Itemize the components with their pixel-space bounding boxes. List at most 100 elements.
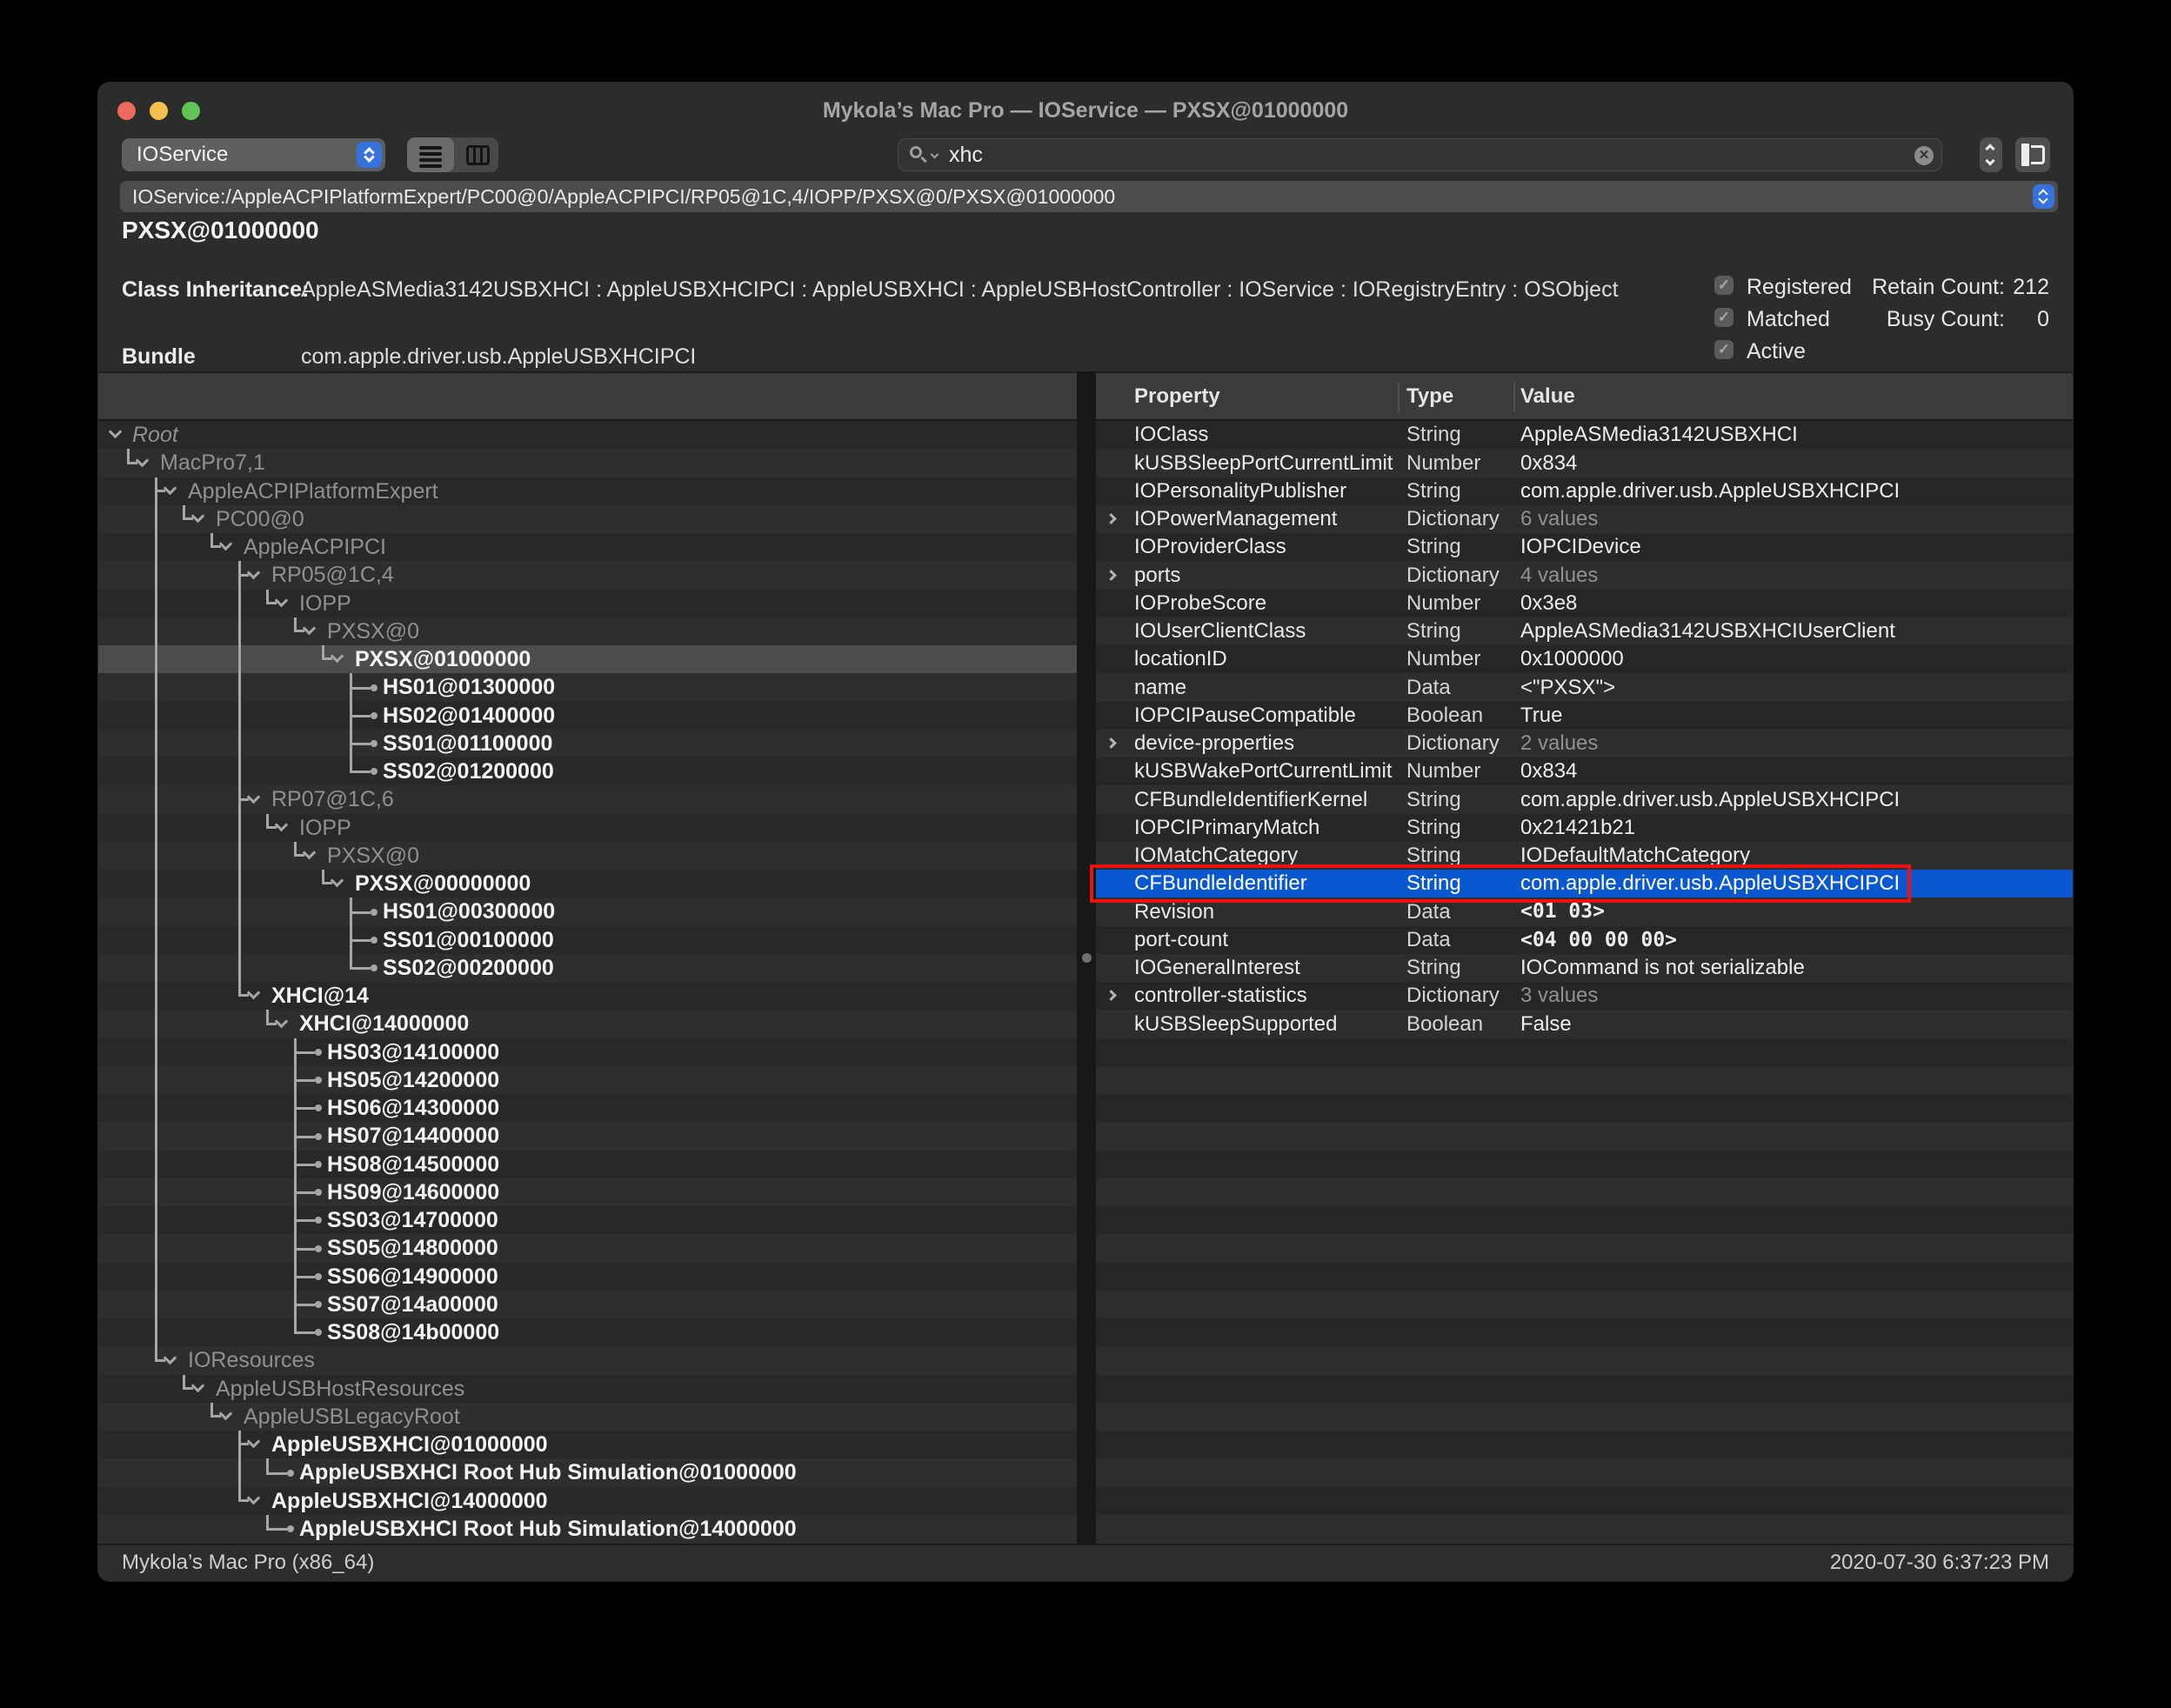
tree-item-label: PXSX@00000000 xyxy=(355,870,531,897)
column-header-value[interactable]: Value xyxy=(1520,373,1575,419)
zoom-button[interactable] xyxy=(182,102,200,120)
tree-row[interactable]: XHCI@14 xyxy=(98,982,1077,1010)
tree-row[interactable]: MacPro7,1 xyxy=(98,449,1077,477)
navigate-search-results-stepper[interactable] xyxy=(1980,137,2002,172)
disclosure-chevron-icon xyxy=(1106,737,1117,749)
tree-row[interactable]: HS02@01400000 xyxy=(98,702,1077,730)
tree-row[interactable]: SS07@14a00000 xyxy=(98,1291,1077,1318)
tree-row[interactable]: HS03@14100000 xyxy=(98,1038,1077,1066)
table-row[interactable]: IOProbeScoreNumber0x3e8 xyxy=(1096,590,2073,617)
tree-row[interactable]: SS01@01100000 xyxy=(98,730,1077,757)
tree-item-label: HS01@01300000 xyxy=(383,673,555,702)
table-row[interactable]: port-countData<04 00 00 00> xyxy=(1096,926,2073,954)
table-row[interactable]: IOGeneralInterestStringIOCommand is not … xyxy=(1096,954,2073,982)
chevron-down-icon xyxy=(219,1407,233,1421)
tree-row[interactable]: AppleUSBXHCI Root Hub Simulation@0100000… xyxy=(98,1458,1077,1487)
tree-row[interactable]: HS01@01300000 xyxy=(98,673,1077,702)
inspector-toggle-button[interactable] xyxy=(2015,137,2050,172)
tree-row[interactable]: AppleACPIPCI xyxy=(98,533,1077,561)
table-row[interactable]: controller-statisticsDictionary3 values xyxy=(1096,982,2073,1010)
property-cell: kUSBWakePortCurrentLimit xyxy=(1134,757,1393,785)
tree-row[interactable]: PXSX@0 xyxy=(98,617,1077,645)
tree-connector xyxy=(238,1443,249,1445)
tree-connector xyxy=(155,1263,157,1291)
table-row[interactable]: IOPCIPauseCompatibleBooleanTrue xyxy=(1096,702,2073,730)
clear-search-icon[interactable]: ✕ xyxy=(1914,146,1934,165)
tree-row[interactable]: RP07@1C,6 xyxy=(98,785,1077,814)
tree-row[interactable]: XHCI@14000000 xyxy=(98,1010,1077,1038)
window-title: Mykola’s Mac Pro — IOService — PXSX@0100… xyxy=(316,98,1855,123)
tree-row[interactable]: IOPP xyxy=(98,814,1077,842)
table-row[interactable]: CFBundleIdentifierKernelStringcom.apple.… xyxy=(1096,785,2073,814)
tree-row[interactable]: AppleUSBXHCI Root Hub Simulation@1400000… xyxy=(98,1515,1077,1543)
tree-row[interactable]: PC00@0 xyxy=(98,505,1077,533)
close-button[interactable] xyxy=(117,102,136,120)
tree-row[interactable]: HS01@00300000 xyxy=(98,897,1077,926)
tree-row[interactable]: HS06@14300000 xyxy=(98,1094,1077,1122)
list-view-button[interactable] xyxy=(407,137,454,172)
tree-connector xyxy=(238,897,241,926)
path-bar[interactable]: IOService:/AppleACPIPlatformExpert/PC00@… xyxy=(120,181,2058,212)
tree-row[interactable]: SS06@14900000 xyxy=(98,1263,1077,1291)
tree-row[interactable]: PXSX@00000000 xyxy=(98,870,1077,897)
tree-connector xyxy=(155,814,157,842)
tree-row[interactable]: AppleUSBHostResources xyxy=(98,1375,1077,1403)
table-row[interactable]: IOProviderClassStringIOPCIDevice xyxy=(1096,533,2073,561)
bundle-label: Bundle xyxy=(122,344,196,370)
tree-row[interactable]: IOPP xyxy=(98,590,1077,617)
property-cell: port-count xyxy=(1134,926,1228,954)
tree-item-label: AppleUSBXHCI@01000000 xyxy=(271,1431,548,1458)
type-cell: Number xyxy=(1406,449,1480,477)
tree-row[interactable]: SS01@00100000 xyxy=(98,926,1077,954)
table-row[interactable]: kUSBWakePortCurrentLimitNumber0x834 xyxy=(1096,757,2073,785)
table-row[interactable]: kUSBSleepSupportedBooleanFalse xyxy=(1096,1010,2073,1038)
search-input[interactable] xyxy=(947,139,1869,170)
tree-row[interactable]: Root xyxy=(98,421,1077,449)
table-row[interactable]: IOClassStringAppleASMedia3142USBXHCI xyxy=(1096,421,2073,449)
tree-row[interactable]: SS05@14800000 xyxy=(98,1234,1077,1263)
plane-selector-dropdown[interactable]: IOService xyxy=(122,138,385,171)
view-mode-segmented-control xyxy=(407,137,498,172)
value-cell: com.apple.driver.usb.AppleUSBXHCIPCI xyxy=(1520,785,1900,814)
table-row[interactable]: locationIDNumber0x1000000 xyxy=(1096,645,2073,673)
table-row[interactable]: kUSBSleepPortCurrentLimitNumber0x834 xyxy=(1096,449,2073,477)
minimize-button[interactable] xyxy=(150,102,168,120)
tree-connector xyxy=(294,1052,297,1066)
tree-connector xyxy=(294,1079,315,1082)
tree-row[interactable]: AppleUSBXHCI@01000000 xyxy=(98,1431,1077,1458)
tree-row[interactable]: SS02@00200000 xyxy=(98,954,1077,982)
tree-row[interactable]: SS03@14700000 xyxy=(98,1206,1077,1234)
tree-row[interactable]: HS09@14600000 xyxy=(98,1178,1077,1206)
table-row[interactable]: IOPersonalityPublisherStringcom.apple.dr… xyxy=(1096,477,2073,505)
tree-item-label: XHCI@14000000 xyxy=(299,1010,469,1038)
table-empty-row xyxy=(1096,1263,2073,1291)
column-header-property[interactable]: Property xyxy=(1134,373,1220,419)
tree-connector xyxy=(155,982,157,1010)
table-row[interactable]: device-propertiesDictionary2 values xyxy=(1096,730,2073,757)
tree-row[interactable]: AppleUSBLegacyRoot xyxy=(98,1403,1077,1431)
table-row[interactable]: IOPowerManagementDictionary6 values xyxy=(1096,505,2073,533)
tree-row[interactable]: AppleUSBXHCI@14000000 xyxy=(98,1487,1077,1515)
tree-row[interactable]: HS07@14400000 xyxy=(98,1122,1077,1151)
column-header-type[interactable]: Type xyxy=(1406,373,1453,419)
type-cell: Number xyxy=(1406,645,1480,673)
tree-row[interactable]: HS05@14200000 xyxy=(98,1066,1077,1094)
chevron-down-icon xyxy=(136,454,150,468)
table-row[interactable]: IOPCIPrimaryMatchString0x21421b21 xyxy=(1096,814,2073,842)
tree-row[interactable]: RP05@1C,4 xyxy=(98,561,1077,590)
tree-row[interactable]: HS08@14500000 xyxy=(98,1151,1077,1178)
tree-row[interactable]: IOResources xyxy=(98,1346,1077,1375)
value-cell: True xyxy=(1520,702,1562,730)
ioregistryexplorer-window: Mykola’s Mac Pro — IOService — PXSX@0100… xyxy=(98,83,2073,1581)
tree-connector xyxy=(294,1219,315,1222)
tree-row[interactable]: AppleACPIPlatformExpert xyxy=(98,477,1077,505)
tree-row[interactable]: PXSX@0 xyxy=(98,842,1077,870)
table-row[interactable]: portsDictionary4 values xyxy=(1096,561,2073,590)
tree-row[interactable]: SS02@01200000 xyxy=(98,757,1077,785)
tree-row[interactable]: PXSX@01000000 xyxy=(98,645,1077,673)
table-row[interactable]: IOUserClientClassStringAppleASMedia3142U… xyxy=(1096,617,2073,645)
table-row[interactable]: nameData<"PXSX"> xyxy=(1096,673,2073,702)
tree-row[interactable]: SS08@14b00000 xyxy=(98,1318,1077,1346)
tree-connector xyxy=(155,1234,157,1263)
tree-connector xyxy=(238,800,241,814)
